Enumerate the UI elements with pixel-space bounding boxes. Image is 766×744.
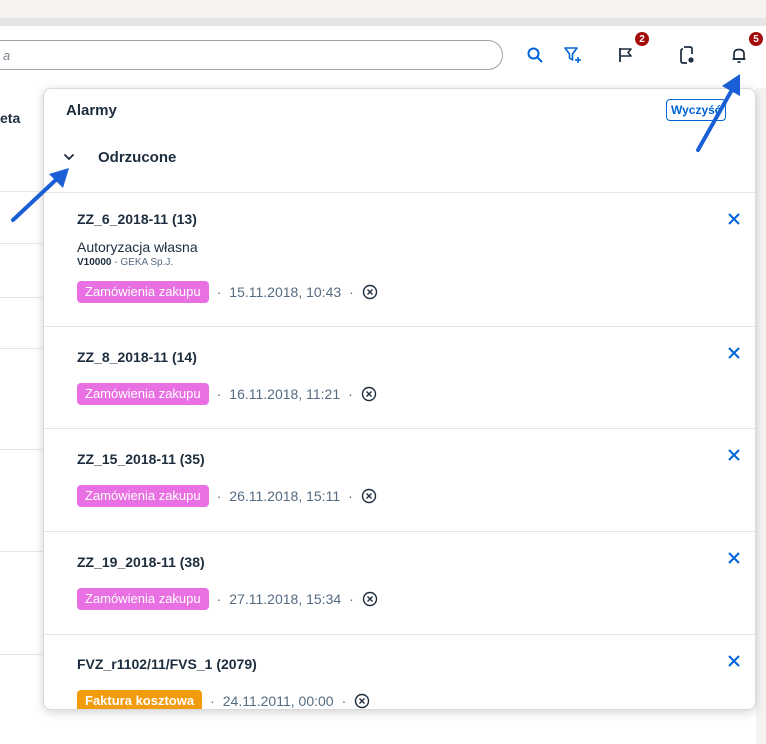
card-date: 26.11.2018, 15:11 xyxy=(229,488,341,504)
vendor-code: V10000 xyxy=(77,257,112,268)
card-date: 16.11.2018, 11:21 xyxy=(229,386,341,402)
separator-dot: · xyxy=(216,591,222,607)
close-icon[interactable] xyxy=(726,447,742,463)
card-date: 27.11.2018, 15:34 xyxy=(229,591,342,607)
dismiss-circle-icon[interactable] xyxy=(361,386,377,402)
background-divider xyxy=(0,297,42,298)
top-strip xyxy=(0,0,766,18)
category-tag[interactable]: Zamówienia zakupu xyxy=(77,588,209,610)
notifications-panel: Alarmy Wyczyść Odrzucone ZZ_6_2018-11 (1… xyxy=(43,88,756,710)
phone-settings-icon[interactable] xyxy=(675,43,699,67)
search-text: a xyxy=(3,48,11,63)
card-title: ZZ_6_2018-11 (13) xyxy=(77,211,197,227)
card-subtitle: Autoryzacja własna xyxy=(77,239,198,255)
card-title: ZZ_15_2018-11 (35) xyxy=(77,451,205,467)
card-meta: Zamówienia zakupu · 15.11.2018, 10:43 · xyxy=(77,281,378,303)
notification-card[interactable]: ZZ_15_2018-11 (35) Zamówienia zakupu · 2… xyxy=(44,428,755,532)
close-icon[interactable] xyxy=(726,653,742,669)
close-icon[interactable] xyxy=(726,211,742,227)
card-title: ZZ_19_2018-11 (38) xyxy=(77,554,205,570)
background-divider xyxy=(0,348,42,349)
flag-icon[interactable] xyxy=(614,43,638,67)
dismiss-circle-icon[interactable] xyxy=(361,488,377,504)
search-input[interactable]: a xyxy=(0,40,503,70)
separator-dot: · xyxy=(216,488,222,504)
separator-dot: · xyxy=(348,386,353,402)
separator-dot: · xyxy=(216,284,222,300)
separator-dot: · xyxy=(348,488,353,504)
category-tag[interactable]: Zamówienia zakupu xyxy=(77,383,209,405)
background-tab-label: eta xyxy=(0,110,21,126)
notification-card[interactable]: ZZ_8_2018-11 (14) Zamówienia zakupu · 16… xyxy=(44,326,755,429)
separator-dot: · xyxy=(349,284,354,300)
card-date: 15.11.2018, 10:43 xyxy=(229,284,342,300)
background-divider xyxy=(0,243,42,244)
dismiss-circle-icon[interactable] xyxy=(362,591,378,607)
category-tag[interactable]: Faktura kosztowa xyxy=(77,690,203,709)
panel-title: Alarmy xyxy=(66,102,117,119)
background-divider xyxy=(0,449,42,450)
annotation-arrow-icon xyxy=(11,168,69,222)
category-tag[interactable]: Zamówienia zakupu xyxy=(77,281,209,303)
group-title: Odrzucone xyxy=(98,148,177,166)
close-icon[interactable] xyxy=(726,345,742,361)
dismiss-circle-icon[interactable] xyxy=(362,284,378,300)
separator-dot: · xyxy=(210,693,215,709)
annotation-arrow-icon xyxy=(696,74,740,152)
separator-dot: · xyxy=(341,693,347,709)
card-meta: Faktura kosztowa · 24.11.2011, 00:00 · xyxy=(77,690,370,709)
group-header[interactable]: Odrzucone xyxy=(62,147,176,167)
top-grey-bar xyxy=(0,18,766,26)
bell-icon[interactable] xyxy=(727,43,751,67)
bell-badge: 5 xyxy=(749,32,763,46)
notification-card[interactable]: ZZ_19_2018-11 (38) Zamówienia zakupu · 2… xyxy=(44,531,755,635)
dismiss-circle-icon[interactable] xyxy=(354,693,370,709)
separator-dot: · xyxy=(349,591,354,607)
separator-dot: · xyxy=(216,386,222,402)
search-icon[interactable] xyxy=(523,43,547,67)
vendor-name: - GEKA Sp.J. xyxy=(111,257,174,268)
card-meta: Zamówienia zakupu · 16.11.2018, 11:21 · xyxy=(77,383,377,405)
card-title: FVZ_r1102/11/FVS_1 (2079) xyxy=(77,656,257,672)
category-tag[interactable]: Zamówienia zakupu xyxy=(77,485,209,507)
flag-badge: 2 xyxy=(635,32,649,46)
background-divider xyxy=(0,654,42,655)
card-vendor: V10000 - GEKA Sp.J. xyxy=(77,257,173,268)
card-meta: Zamówienia zakupu · 27.11.2018, 15:34 · xyxy=(77,588,378,610)
notification-card[interactable]: ZZ_6_2018-11 (13) Autoryzacja własna V10… xyxy=(44,192,755,327)
card-title: ZZ_8_2018-11 (14) xyxy=(77,349,197,365)
close-icon[interactable] xyxy=(726,550,742,566)
background-divider xyxy=(0,551,42,552)
notification-card[interactable]: FVZ_r1102/11/FVS_1 (2079) Faktura koszto… xyxy=(44,634,755,709)
card-date: 24.11.2011, 00:00 xyxy=(222,693,334,709)
filter-add-icon[interactable] xyxy=(561,43,585,67)
right-scroll-area xyxy=(756,88,766,744)
card-meta: Zamówienia zakupu · 26.11.2018, 15:11 · xyxy=(77,485,377,507)
